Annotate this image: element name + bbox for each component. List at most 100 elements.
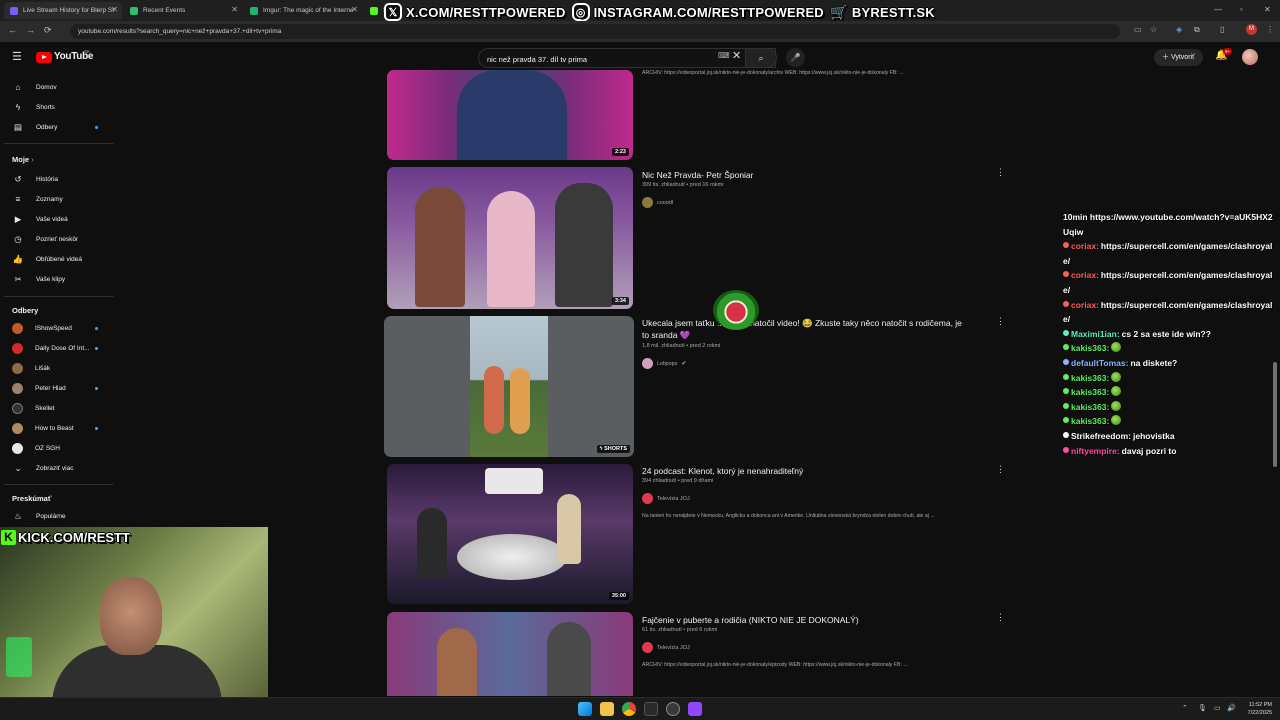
chat-username: defaultTomas:	[1071, 357, 1129, 368]
channel-link[interactable]: Lolipopz ✔	[642, 358, 687, 369]
voice-search-button[interactable]: 🎤	[786, 48, 805, 67]
chat-username: Strikefreedom:	[1071, 430, 1131, 441]
more-options-icon[interactable]: ⋮	[996, 167, 1005, 178]
youtube-logo-icon[interactable]	[36, 52, 52, 63]
chat-text: na diskete?	[1130, 357, 1178, 368]
thumbnail-figure	[555, 183, 613, 307]
video-title[interactable]: Nic Než Pravda- Petr Šponiar	[642, 169, 962, 181]
close-tab-icon[interactable]: ✕	[231, 5, 238, 14]
sidebar-item-playlists[interactable]: ≡ Zoznamy	[0, 189, 112, 209]
sidebar-item-home[interactable]: ⌂ Domov	[0, 77, 112, 97]
hamburger-menu-icon[interactable]: ☰	[12, 50, 22, 63]
sidebar-item-history[interactable]: ↺ História	[0, 169, 112, 189]
thumbnail-figure	[417, 508, 447, 578]
streamer-head	[100, 577, 162, 655]
file-explorer-icon[interactable]	[600, 702, 614, 716]
windows-taskbar: ⌃ 🎙 ▭ 🔊 11:52 PM 7/22/2025	[0, 697, 1280, 720]
extension-icon[interactable]: ◈	[1176, 25, 1182, 34]
video-title[interactable]: 24 podcast: Klenot, ktorý je nenahradite…	[642, 465, 962, 477]
sidebar-item-clips[interactable]: ✂ Vaše klipy	[0, 269, 112, 289]
tray-chevron-up-icon[interactable]: ⌃	[1182, 704, 1188, 712]
close-tab-icon[interactable]: ✕	[111, 5, 118, 14]
chat-badge-icon	[1063, 417, 1069, 424]
minimize-icon[interactable]: —	[1214, 5, 1222, 14]
account-avatar[interactable]	[1242, 49, 1258, 65]
chat-badge-icon	[1063, 344, 1069, 351]
terminal-icon[interactable]	[644, 702, 658, 716]
channel-link[interactable]: Televízia JOJ	[642, 642, 690, 653]
search-button[interactable]: ⌕	[745, 48, 777, 68]
sidebar-item-watch-later[interactable]: ◷ Pozrieť neskôr	[0, 229, 112, 249]
browser-menu-icon[interactable]: ⋮	[1266, 25, 1274, 34]
video-title[interactable]: Ukecala jsem taťku ... mnou natočil vide…	[642, 317, 962, 341]
sidebar-sub-oz-sgh[interactable]: OZ SGH	[0, 438, 112, 458]
sidebar-item-label: Obľúbené videá	[36, 255, 82, 263]
keyboard-icon[interactable]: ⌨	[718, 51, 730, 60]
more-options-icon[interactable]: ⋮	[996, 464, 1005, 475]
network-icon[interactable]: ▭	[1214, 704, 1221, 712]
obs-icon[interactable]	[666, 702, 680, 716]
video-thumbnail[interactable]: ϟ SHORTS	[384, 316, 634, 457]
sidebar-sub-daily-dose[interactable]: Daily Dose Of Int...	[0, 338, 112, 358]
sidebar-sub-ishowspeed[interactable]: IShowSpeed	[0, 318, 112, 338]
browser-tab[interactable]: Live Stream History for Blerp St ✕	[4, 2, 122, 19]
video-thumbnail[interactable]: 35:00	[387, 464, 633, 604]
page-scrollbar[interactable]	[1273, 362, 1277, 467]
you-section-header[interactable]: Moje ›	[12, 155, 34, 164]
close-tab-icon[interactable]: ✕	[351, 5, 358, 14]
more-options-icon[interactable]: ⋮	[996, 612, 1005, 623]
chrome-icon[interactable]	[622, 702, 636, 716]
bookmark-star-icon[interactable]: ☆	[1150, 25, 1157, 34]
clear-search-icon[interactable]: ✕	[732, 49, 741, 62]
chat-badge-icon	[1063, 446, 1069, 453]
cast-icon[interactable]: ▭	[1134, 25, 1142, 34]
sidebar-item-shorts[interactable]: ϟ Shorts	[0, 97, 112, 117]
video-description: Na tanieri ho nenájdete v Nemecku, Angli…	[642, 513, 935, 519]
taskbar-clock[interactable]: 11:52 PM 7/22/2025	[1248, 701, 1272, 717]
reload-icon[interactable]: ⟳	[44, 25, 52, 36]
browser-tab[interactable]: Recent Events ✕	[124, 2, 242, 19]
streaming-app-icon[interactable]	[688, 702, 702, 716]
sidebar-sub-how-to-beast[interactable]: How to Beast	[0, 418, 112, 438]
create-button[interactable]: ＋ Vytvoriť	[1154, 49, 1203, 66]
instagram-icon: ◎	[571, 3, 590, 21]
channel-link[interactable]: Televízia JOJ	[642, 493, 690, 504]
video-thumbnail[interactable]: 3:34	[387, 167, 633, 309]
sidebar-item-label: Odbery	[36, 123, 58, 131]
extensions-puzzle-icon[interactable]: ⧉	[1194, 25, 1200, 35]
video-thumbnail[interactable]: 2:23	[387, 70, 633, 160]
kick-favicon-icon	[370, 6, 378, 15]
sidebar-show-more[interactable]: ⌄ Zobraziť viac	[0, 458, 112, 478]
windows-start-icon[interactable]	[578, 702, 592, 716]
profile-avatar-icon[interactable]: M	[1246, 24, 1257, 35]
sidebar-item-your-videos[interactable]: ▶ Vaše videá	[0, 209, 112, 229]
sidebar-item-subscriptions[interactable]: ▤ Odbery	[0, 117, 112, 137]
sidebar-sub-skellet[interactable]: Skellet	[0, 398, 112, 418]
video-result: 2:23 ARCHÍV: https://videoportal.joj.sk/…	[384, 70, 1084, 162]
close-window-icon[interactable]: ✕	[1264, 5, 1271, 14]
channel-link[interactable]: cooodl	[642, 197, 673, 208]
chat-badge-icon	[1063, 431, 1069, 438]
video-thumbnail[interactable]	[387, 612, 633, 696]
sidebar-sub-peter-hlad[interactable]: Peter Hlad	[0, 378, 112, 398]
sidebar-item-trending[interactable]: ♨ Populárne	[0, 506, 112, 526]
avatar	[642, 493, 653, 504]
sidebar-sub-lisak[interactable]: Lišák	[0, 358, 112, 378]
fire-icon: ♨	[14, 510, 22, 521]
volume-icon[interactable]: 🔊	[1227, 704, 1236, 712]
chat-message: 10min https://www.youtube.com/watch?v=aU…	[1063, 210, 1278, 239]
sidepanel-icon[interactable]: ▯	[1220, 25, 1224, 34]
imgur-favicon-icon	[250, 6, 258, 15]
more-options-icon[interactable]: ⋮	[996, 316, 1005, 327]
video-title[interactable]: Fajčenie v puberte a rodičia (NIKTO NIE …	[642, 614, 962, 626]
maximize-icon[interactable]: ▫	[1240, 5, 1243, 14]
search-input[interactable]	[487, 55, 717, 64]
forward-icon[interactable]: →	[26, 25, 35, 35]
microphone-tray-icon[interactable]: 🎙	[1198, 704, 1207, 712]
back-icon[interactable]: ←	[8, 25, 17, 35]
chat-badge-icon	[1063, 271, 1069, 278]
sidebar-item-liked[interactable]: 👍 Obľúbené videá	[0, 249, 112, 269]
plus-icon: ＋	[1162, 54, 1171, 61]
address-bar[interactable]: youtube.com/results?search_query=nic+než…	[70, 24, 1120, 39]
browser-tab[interactable]: Imgur: The magic of the Interne ✕	[244, 2, 362, 19]
